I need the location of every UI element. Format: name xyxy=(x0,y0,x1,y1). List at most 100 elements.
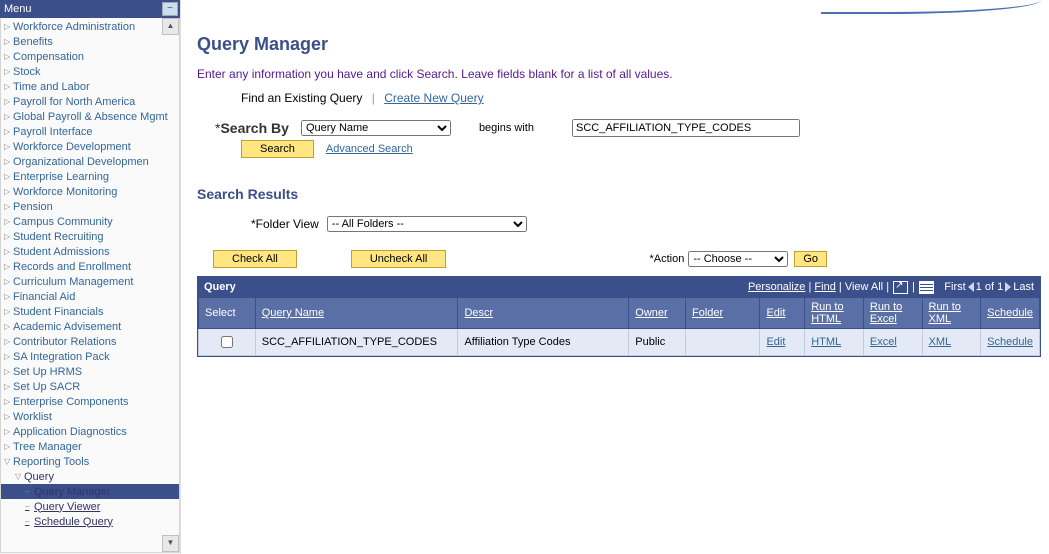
sidebar-item-label: Curriculum Management xyxy=(13,276,133,288)
sidebar-item[interactable]: ▷Pension xyxy=(1,199,179,214)
folder-view-select[interactable]: -- All Folders -- xyxy=(327,216,527,232)
row-excel-link[interactable]: Excel xyxy=(870,336,897,348)
search-by-select[interactable]: Query Name xyxy=(301,120,451,136)
col-run-html[interactable]: Run to HTML xyxy=(811,301,843,325)
chevron-right-icon: ▷ xyxy=(4,262,12,271)
sidebar-item[interactable]: ▷Student Financials xyxy=(1,304,179,319)
sidebar-item-label: SA Integration Pack xyxy=(13,351,110,363)
chevron-down-icon: ▽ xyxy=(4,457,12,466)
sidebar-item-label: Academic Advisement xyxy=(13,321,121,333)
nav-prev-icon[interactable] xyxy=(968,282,974,292)
chevron-right-icon: ▷ xyxy=(4,292,12,301)
sidebar-item[interactable]: ▷Compensation xyxy=(1,49,179,64)
go-button[interactable]: Go xyxy=(794,251,827,267)
personalize-link[interactable]: Personalize xyxy=(748,281,805,293)
page-title: Query Manager xyxy=(197,34,1041,55)
search-button[interactable]: Search xyxy=(241,140,314,158)
sidebar-item[interactable]: ▷Application Diagnostics xyxy=(1,424,179,439)
sidebar-item[interactable]: ▷Set Up HRMS xyxy=(1,364,179,379)
grid-toolbar: Query Personalize | Find | View All | | … xyxy=(198,277,1040,297)
col-schedule[interactable]: Schedule xyxy=(987,307,1033,319)
sidebar-item[interactable]: ▷Contributor Relations xyxy=(1,334,179,349)
row-xml-link[interactable]: XML xyxy=(929,336,952,348)
sidebar-item[interactable]: ▷Worklist xyxy=(1,409,179,424)
col-run-excel[interactable]: Run to Excel xyxy=(870,301,902,325)
sidebar-item[interactable]: ▷Student Recruiting xyxy=(1,229,179,244)
row-html-link[interactable]: HTML xyxy=(811,336,841,348)
sidebar-item-label: Query Viewer xyxy=(34,501,100,513)
advanced-search-link[interactable]: Advanced Search xyxy=(326,143,413,155)
sidebar-item[interactable]: ▷Workforce Administration xyxy=(1,19,179,34)
sidebar-item-label: Benefits xyxy=(13,36,53,48)
scroll-up-icon[interactable]: ▲ xyxy=(162,18,179,35)
chevron-right-icon: ▷ xyxy=(4,307,12,316)
sidebar-item-label: Query Manager xyxy=(34,486,110,498)
nav-range-text: 1 of 1 xyxy=(976,281,1004,293)
sidebar-item-label: Pension xyxy=(13,201,53,213)
col-owner[interactable]: Owner xyxy=(635,307,667,319)
zoom-icon[interactable] xyxy=(893,281,908,294)
chevron-right-icon: ▷ xyxy=(4,142,12,151)
col-run-xml[interactable]: Run to XML xyxy=(929,301,961,325)
find-existing-query-text: Find an Existing Query xyxy=(241,91,362,105)
col-edit[interactable]: Edit xyxy=(766,307,785,319)
sidebar-subitem[interactable]: –Schedule Query xyxy=(1,514,179,529)
row-select-checkbox[interactable] xyxy=(221,336,233,348)
scroll-down-icon[interactable]: ▼ xyxy=(162,535,179,552)
sidebar-item-label: Stock xyxy=(13,66,41,78)
sidebar-item[interactable]: ▷Global Payroll & Absence Mgmt xyxy=(1,109,179,124)
sidebar-item[interactable]: ▷Financial Aid xyxy=(1,289,179,304)
download-icon[interactable] xyxy=(919,281,934,294)
row-schedule-link[interactable]: Schedule xyxy=(987,336,1033,348)
sidebar-item[interactable]: ▷Payroll Interface xyxy=(1,124,179,139)
action-select[interactable]: -- Choose -- xyxy=(688,251,788,267)
check-all-button[interactable]: Check All xyxy=(213,250,297,268)
sidebar-subitem[interactable]: –Query Viewer xyxy=(1,499,179,514)
uncheck-all-button[interactable]: Uncheck All xyxy=(351,250,446,268)
sidebar-item[interactable]: ▷Curriculum Management xyxy=(1,274,179,289)
nav-next-icon[interactable] xyxy=(1005,282,1011,292)
menu-collapse-icon[interactable]: − xyxy=(162,2,178,16)
sidebar-item[interactable]: ▷Organizational Developmen xyxy=(1,154,179,169)
sidebar-item[interactable]: ▷Benefits xyxy=(1,34,179,49)
sidebar-item[interactable]: ▷Tree Manager xyxy=(1,439,179,454)
menu-title: Menu xyxy=(4,0,32,18)
sidebar-item[interactable]: ▷Workforce Monitoring xyxy=(1,184,179,199)
sidebar-item[interactable]: ▷SA Integration Pack xyxy=(1,349,179,364)
sidebar-item[interactable]: ▷Workforce Development xyxy=(1,139,179,154)
sidebar-item[interactable]: ▷Academic Advisement xyxy=(1,319,179,334)
sidebar-item[interactable]: ▷Enterprise Learning xyxy=(1,169,179,184)
sidebar-item-query[interactable]: ▽Query xyxy=(1,469,179,484)
find-link[interactable]: Find xyxy=(814,281,835,293)
col-descr[interactable]: Descr xyxy=(464,307,493,319)
search-value-input[interactable] xyxy=(572,119,800,137)
sidebar-item[interactable]: ▷Set Up SACR xyxy=(1,379,179,394)
main-content: Query Manager Enter any information you … xyxy=(181,0,1049,554)
sidebar-item-label: Compensation xyxy=(13,51,84,63)
sidebar-item[interactable]: ▷Enterprise Components xyxy=(1,394,179,409)
sidebar-item[interactable]: ▽Reporting Tools xyxy=(1,454,179,469)
col-query-name[interactable]: Query Name xyxy=(262,307,324,319)
chevron-right-icon: ▷ xyxy=(4,322,12,331)
sidebar-item[interactable]: ▷Campus Community xyxy=(1,214,179,229)
table-row: SCC_AFFILIATION_TYPE_CODES Affiliation T… xyxy=(199,329,1040,356)
dash-icon: – xyxy=(25,487,33,496)
sidebar-item[interactable]: ▷Records and Enrollment xyxy=(1,259,179,274)
sidebar-subitem[interactable]: –Query Manager xyxy=(1,484,179,499)
grid-title: Query xyxy=(204,281,236,293)
chevron-right-icon: ▷ xyxy=(4,202,12,211)
sidebar-item[interactable]: ▷Stock xyxy=(1,64,179,79)
sidebar-item-label: Workforce Monitoring xyxy=(13,186,117,198)
chevron-right-icon: ▷ xyxy=(4,97,12,106)
sidebar-item-label: Application Diagnostics xyxy=(13,426,127,438)
row-edit-link[interactable]: Edit xyxy=(766,336,785,348)
col-folder[interactable]: Folder xyxy=(692,307,723,319)
chevron-right-icon: ▷ xyxy=(4,247,12,256)
create-new-query-link[interactable]: Create New Query xyxy=(384,91,483,105)
chevron-right-icon: ▷ xyxy=(4,367,12,376)
sidebar-item[interactable]: ▷Payroll for North America xyxy=(1,94,179,109)
sidebar-item[interactable]: ▷Time and Labor xyxy=(1,79,179,94)
chevron-right-icon: ▷ xyxy=(4,37,12,46)
sidebar-item[interactable]: ▷Student Admissions xyxy=(1,244,179,259)
chevron-right-icon: ▷ xyxy=(4,112,12,121)
